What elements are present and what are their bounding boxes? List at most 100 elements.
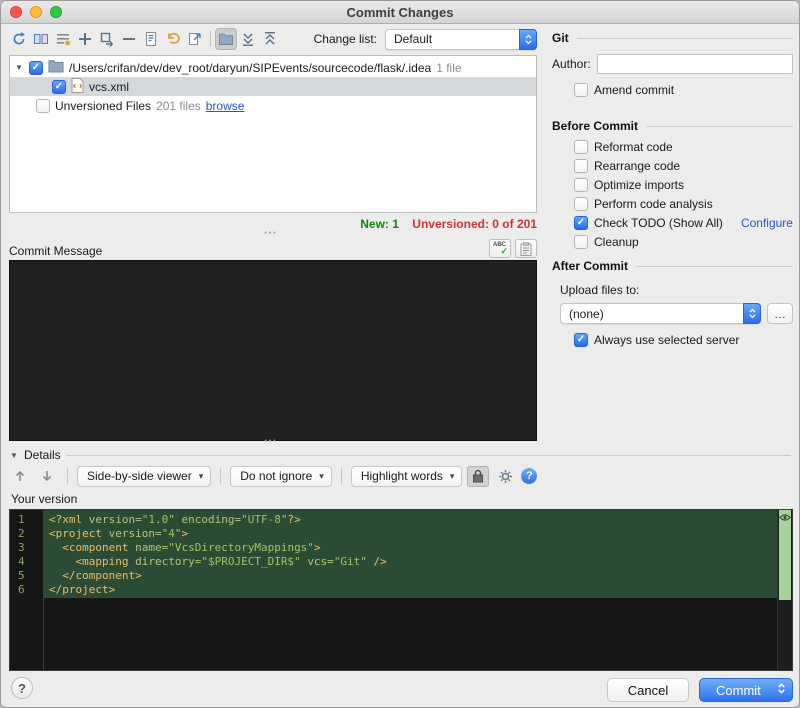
browse-link[interactable]: browse xyxy=(206,99,245,113)
details-disclosure-icon[interactable]: ▼ xyxy=(9,451,19,460)
popup-arrows-icon xyxy=(743,303,761,324)
always-server-checkbox[interactable]: ✓ xyxy=(574,333,588,347)
changes-view-icon[interactable] xyxy=(140,28,162,50)
message-history-button[interactable] xyxy=(515,239,537,258)
spellcheck-button[interactable]: ABC ✓ xyxy=(489,239,511,258)
commit-button[interactable]: Commit xyxy=(699,678,793,702)
change-list-select[interactable]: Default xyxy=(385,28,537,50)
tree-row-idea-folder[interactable]: ▼ ✓ /Users/crifan/dev/dev_root/daryun/SI… xyxy=(10,58,536,77)
whitespace-select[interactable]: Do not ignore ▾ xyxy=(230,465,332,487)
collapse-all-icon[interactable] xyxy=(259,28,281,50)
upload-more-button[interactable]: … xyxy=(767,303,793,324)
lock-icon[interactable] xyxy=(467,465,490,487)
whitespace-value: Do not ignore xyxy=(240,469,313,483)
optimize-imports-row[interactable]: ✓ Optimize imports xyxy=(574,178,684,192)
git-title: Git xyxy=(552,31,569,45)
add-icon[interactable] xyxy=(74,28,96,50)
always-server-row[interactable]: ✓ Always use selected server xyxy=(574,333,739,347)
highlight-mode-select[interactable]: Highlight words ▾ xyxy=(350,465,463,487)
title-bar[interactable]: Commit Changes xyxy=(1,1,799,24)
splitter-handle[interactable]: ••• xyxy=(251,438,291,445)
diff-editor[interactable]: 123456 <?xml version="1.0" encoding="UTF… xyxy=(9,509,793,671)
previous-difference-icon[interactable] xyxy=(9,466,31,487)
analysis-checkbox[interactable]: ✓ xyxy=(574,197,588,211)
jump-to-source-icon[interactable] xyxy=(184,28,206,50)
code-line: </component> xyxy=(62,569,142,582)
commit-dropdown-chevrons-icon xyxy=(777,682,786,698)
diff-toolbar: Side-by-side viewer ▾ Do not ignore ▾ Hi… xyxy=(9,464,538,488)
change-list-label: Change list: xyxy=(313,32,377,46)
file-checkbox[interactable]: ✓ xyxy=(52,79,66,94)
change-list-value: Default xyxy=(394,32,433,46)
group-by-directory-icon[interactable] xyxy=(215,28,237,50)
show-diff-icon[interactable] xyxy=(30,28,52,50)
upload-row: (none) … xyxy=(560,303,793,324)
unversioned-count: 201 files xyxy=(156,98,201,113)
gear-icon[interactable] xyxy=(494,466,516,487)
tree-row-unversioned[interactable]: ✓ Unversioned Files 201 files browse xyxy=(10,96,536,115)
splitter-handle[interactable]: ••• xyxy=(251,230,291,237)
remove-icon[interactable] xyxy=(118,28,140,50)
upload-files-label: Upload files to: xyxy=(560,283,640,297)
eye-icon[interactable] xyxy=(779,512,791,522)
folder-checkbox[interactable]: ✓ xyxy=(29,60,43,75)
commit-message-header: Commit Message ABC ✓ xyxy=(9,238,537,258)
diff-scroll-stripe[interactable] xyxy=(777,510,792,670)
diff-code-pane[interactable]: <?xml version="1.0" encoding="UTF-8"?> <p… xyxy=(44,510,777,670)
reformat-code-row[interactable]: ✓ Reformat code xyxy=(574,140,673,154)
configure-link[interactable]: Configure xyxy=(741,216,793,230)
amend-label: Amend commit xyxy=(594,83,675,97)
expand-all-icon[interactable] xyxy=(237,28,259,50)
window-title: Commit Changes xyxy=(346,4,454,20)
dropdown-arrow-icon: ▾ xyxy=(319,470,324,481)
changelist-icon[interactable] xyxy=(52,28,74,50)
added-lines-marker[interactable] xyxy=(779,510,791,600)
diff-help-icon[interactable]: ? xyxy=(521,468,538,484)
line-number: 4 xyxy=(18,555,25,568)
next-difference-icon[interactable] xyxy=(36,466,58,487)
amend-checkbox[interactable]: ✓ xyxy=(574,83,588,97)
xml-file-icon xyxy=(71,77,84,96)
author-label: Author: xyxy=(552,57,591,71)
your-version-label: Your version xyxy=(11,492,78,506)
move-to-changelist-icon[interactable] xyxy=(96,28,118,50)
revert-icon[interactable] xyxy=(162,28,184,50)
git-section-header: Git xyxy=(552,31,793,45)
tree-row-vcs-xml[interactable]: ✓ vcs.xml xyxy=(10,77,536,96)
author-row: Author: xyxy=(552,54,793,74)
viewer-mode-select[interactable]: Side-by-side viewer ▾ xyxy=(77,465,212,487)
author-input[interactable] xyxy=(596,54,793,74)
cancel-button[interactable]: Cancel xyxy=(607,678,689,702)
cleanup-row[interactable]: ✓ Cleanup xyxy=(574,235,639,249)
check-todo-row[interactable]: ✓ Check TODO (Show All) Configure xyxy=(574,216,793,230)
reformat-checkbox[interactable]: ✓ xyxy=(574,140,588,154)
upload-target-value: (none) xyxy=(569,306,604,321)
close-button[interactable] xyxy=(10,6,22,18)
todo-checkbox[interactable]: ✓ xyxy=(574,216,588,230)
line-number: 5 xyxy=(18,569,25,582)
help-button[interactable]: ? xyxy=(11,677,33,699)
optimize-checkbox[interactable]: ✓ xyxy=(574,178,588,192)
folder-icon xyxy=(48,59,64,76)
rearrange-checkbox[interactable]: ✓ xyxy=(574,159,588,173)
code-line: </project> xyxy=(49,583,116,596)
commit-message-input[interactable] xyxy=(10,261,536,440)
after-commit-title: After Commit xyxy=(552,259,629,273)
commit-message-label: Commit Message xyxy=(9,244,103,258)
upload-target-select[interactable]: (none) xyxy=(560,303,761,324)
amend-commit-row[interactable]: ✓ Amend commit xyxy=(574,83,674,97)
unversioned-label: Unversioned Files xyxy=(55,98,152,113)
refresh-icon[interactable] xyxy=(8,28,30,50)
rearrange-code-row[interactable]: ✓ Rearrange code xyxy=(574,159,680,173)
toolbar-separator xyxy=(67,468,68,484)
unversioned-checkbox[interactable]: ✓ xyxy=(36,98,50,113)
minimize-button[interactable] xyxy=(30,6,42,18)
zoom-button[interactable] xyxy=(50,6,62,18)
code-line: <component name="VcsDirectoryMappings"> xyxy=(62,541,321,554)
commit-button-label: Commit xyxy=(716,682,761,698)
cleanup-checkbox[interactable]: ✓ xyxy=(574,235,588,249)
code-line: <?xml version="1.0" encoding="UTF-8"?> xyxy=(49,513,301,526)
code-analysis-row[interactable]: ✓ Perform code analysis xyxy=(574,197,713,211)
disclosure-triangle-icon[interactable]: ▼ xyxy=(14,63,24,72)
line-number: 6 xyxy=(18,583,25,596)
